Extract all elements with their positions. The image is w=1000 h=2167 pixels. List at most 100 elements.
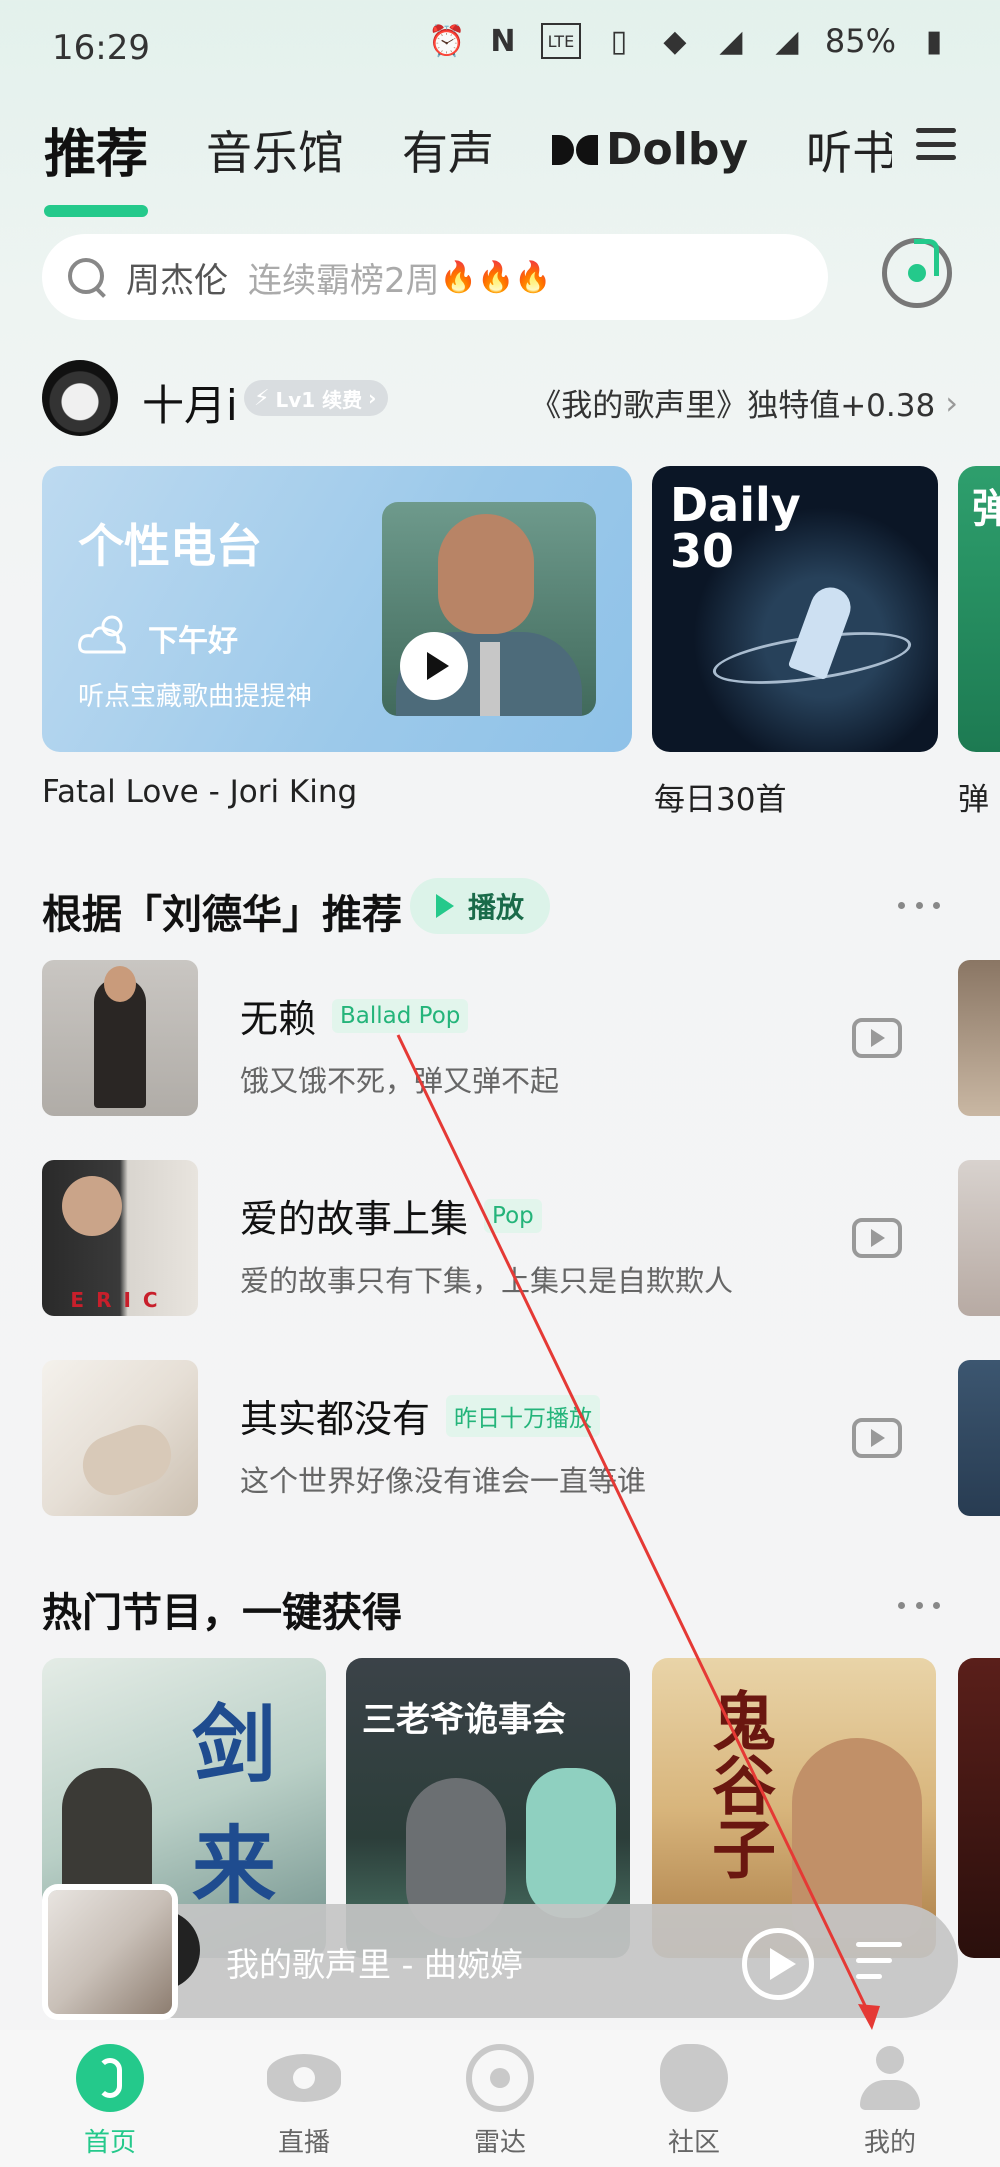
nav-label: 直播	[277, 2128, 330, 2158]
signal-4g-icon: ◢	[719, 23, 743, 59]
dolby-logo-icon	[552, 134, 599, 165]
sun-cloud-icon	[78, 615, 126, 654]
radio-subtitle: 听点宝藏歌曲提提神	[78, 682, 313, 712]
bolt-icon: ⚡	[254, 385, 270, 411]
song-title-row[interactable]: 爱的故事上集 Pop	[240, 1188, 542, 1243]
side-thumbnail	[958, 960, 1000, 1116]
nav-label: 雷达	[473, 2128, 526, 2158]
program-card[interactable]	[958, 1658, 1000, 1958]
play-all-label: 播放	[468, 891, 525, 924]
search-bar[interactable]: 周杰伦 连续霸榜2周 🔥🔥🔥	[42, 234, 828, 320]
programs-section-title: 热门节目，一键获得	[42, 1590, 402, 1636]
song-desc: 爱的故事只有下集，上集只是自欺欺人	[240, 1264, 734, 1298]
nav-label: 社区	[667, 2128, 720, 2158]
level-label: Lv1 续费	[275, 387, 363, 412]
menu-icon[interactable]	[916, 128, 956, 160]
music-recognition-icon[interactable]	[882, 238, 952, 308]
song-desc: 这个世界好像没有谁会一直等谁	[240, 1464, 647, 1498]
third-caption: 弹	[958, 782, 989, 818]
personal-radio-card[interactable]: 个性电台 下午好 听点宝藏歌曲提提神	[42, 466, 632, 752]
song-title: 无赖	[240, 997, 317, 1041]
song-tag: 昨日十万播放	[446, 1394, 601, 1437]
wifi-icon: ◆	[663, 23, 687, 59]
battery-icon: ▮	[925, 23, 943, 59]
nav-radar[interactable]: 雷达	[430, 2044, 570, 2159]
search-hot-keyword: 周杰伦	[126, 260, 228, 301]
song-title: 其实都没有	[240, 1397, 431, 1441]
tab-listen-book[interactable]: 听书	[806, 117, 892, 183]
song-cover[interactable]	[42, 1360, 198, 1516]
video-play-icon[interactable]	[852, 1018, 902, 1058]
signal-4g-icon: ◢	[775, 23, 799, 59]
program-title: 鬼谷子	[701, 1688, 775, 1880]
radio-title: 个性电台	[78, 519, 262, 573]
daily-caption: 每日30首	[654, 782, 787, 818]
community-icon	[660, 2044, 728, 2112]
song-title-row[interactable]: 无赖 Ballad Pop	[240, 988, 469, 1043]
radar-icon	[466, 2044, 534, 2112]
nav-mine[interactable]: 我的	[820, 2044, 960, 2159]
radio-cover-art	[382, 502, 596, 716]
more-icon[interactable]	[898, 902, 940, 910]
song-tag: Ballad Pop	[332, 998, 469, 1033]
mini-player-title[interactable]: 我的歌声里 - 曲婉婷	[226, 1938, 523, 1986]
home-note-icon	[76, 2044, 144, 2112]
side-thumbnail	[958, 1360, 1000, 1516]
song-title-row[interactable]: 其实都没有 昨日十万播放	[240, 1388, 601, 1443]
fire-icon: 🔥🔥🔥	[439, 259, 552, 295]
daily-30-card[interactable]: Daily 30	[652, 466, 938, 752]
program-title: 剑来	[192, 1696, 277, 1915]
radio-greeting: 下午好	[148, 624, 238, 659]
song-title: 爱的故事上集	[240, 1197, 469, 1241]
nfc-icon: N	[490, 23, 516, 59]
daily-title: Daily 30	[670, 478, 801, 578]
user-icon	[856, 2044, 924, 2112]
tab-dolby-label: Dolby	[606, 124, 749, 175]
song-desc: 饿又饿不死，弹又弹不起	[240, 1064, 560, 1098]
status-time: 16:29	[52, 28, 150, 68]
third-card-title: 弹	[972, 486, 1000, 532]
volte-icon: LTE	[540, 23, 581, 59]
tab-recommend[interactable]: 推荐	[44, 112, 149, 217]
tab-audio[interactable]: 有声	[402, 117, 494, 183]
play-icon	[436, 894, 454, 918]
song-cover[interactable]	[42, 960, 198, 1116]
user-name[interactable]: 十月i	[142, 372, 238, 433]
search-sub-text: 连续霸榜2周	[248, 260, 440, 301]
nav-community[interactable]: 社区	[624, 2044, 764, 2159]
video-play-icon[interactable]	[852, 1218, 902, 1258]
alarm-icon: ⏰	[428, 23, 466, 59]
unique-value-text: 《我的歌声里》独特值+0.38	[530, 388, 936, 424]
play-icon[interactable]	[400, 632, 468, 700]
video-play-icon[interactable]	[852, 1418, 902, 1458]
program-title: 三老爷诡事会	[362, 1700, 566, 1740]
side-thumbnail	[958, 1160, 1000, 1316]
song-cover[interactable]: ERIC	[42, 1160, 198, 1316]
battery-text: 85%	[824, 22, 896, 60]
top-tabs: 推荐 音乐馆 有声 Dolby 听书	[44, 112, 950, 217]
chevron-right-icon: ›	[368, 386, 377, 410]
tab-dolby[interactable]: Dolby	[552, 124, 748, 175]
status-icons: ⏰ N LTE ▯ ◆ ◢ ◢ 85% ▮	[428, 22, 952, 60]
unique-value-link[interactable]: 《我的歌声里》独特值+0.38 ›	[530, 380, 958, 425]
play-all-button[interactable]: 播放	[410, 878, 551, 934]
nav-label: 我的	[863, 2128, 916, 2158]
mini-player-cover[interactable]	[48, 1890, 172, 2014]
eye-icon	[267, 2054, 341, 2102]
vibrate-icon: ▯	[610, 23, 628, 59]
avatar[interactable]	[42, 360, 118, 436]
song-tag: Pop	[484, 1198, 542, 1233]
chevron-right-icon: ›	[945, 383, 958, 422]
play-icon[interactable]	[742, 1928, 814, 2000]
tab-music-hall[interactable]: 音乐馆	[206, 117, 344, 183]
bottom-nav: 首页 直播 雷达 社区 我的	[0, 2030, 1000, 2167]
level-badge[interactable]: ⚡ Lv1 续费 ›	[244, 380, 389, 416]
radio-caption: Fatal Love - Jori King	[42, 774, 358, 810]
more-icon[interactable]	[898, 1602, 940, 1610]
recommend-section-title: 根据「刘德华」推荐	[42, 892, 402, 938]
nav-home[interactable]: 首页	[40, 2044, 180, 2159]
third-card[interactable]: 弹	[958, 466, 1000, 752]
playlist-icon[interactable]	[856, 1940, 910, 1984]
nav-label: 首页	[83, 2128, 136, 2158]
nav-live[interactable]: 直播	[234, 2044, 374, 2159]
